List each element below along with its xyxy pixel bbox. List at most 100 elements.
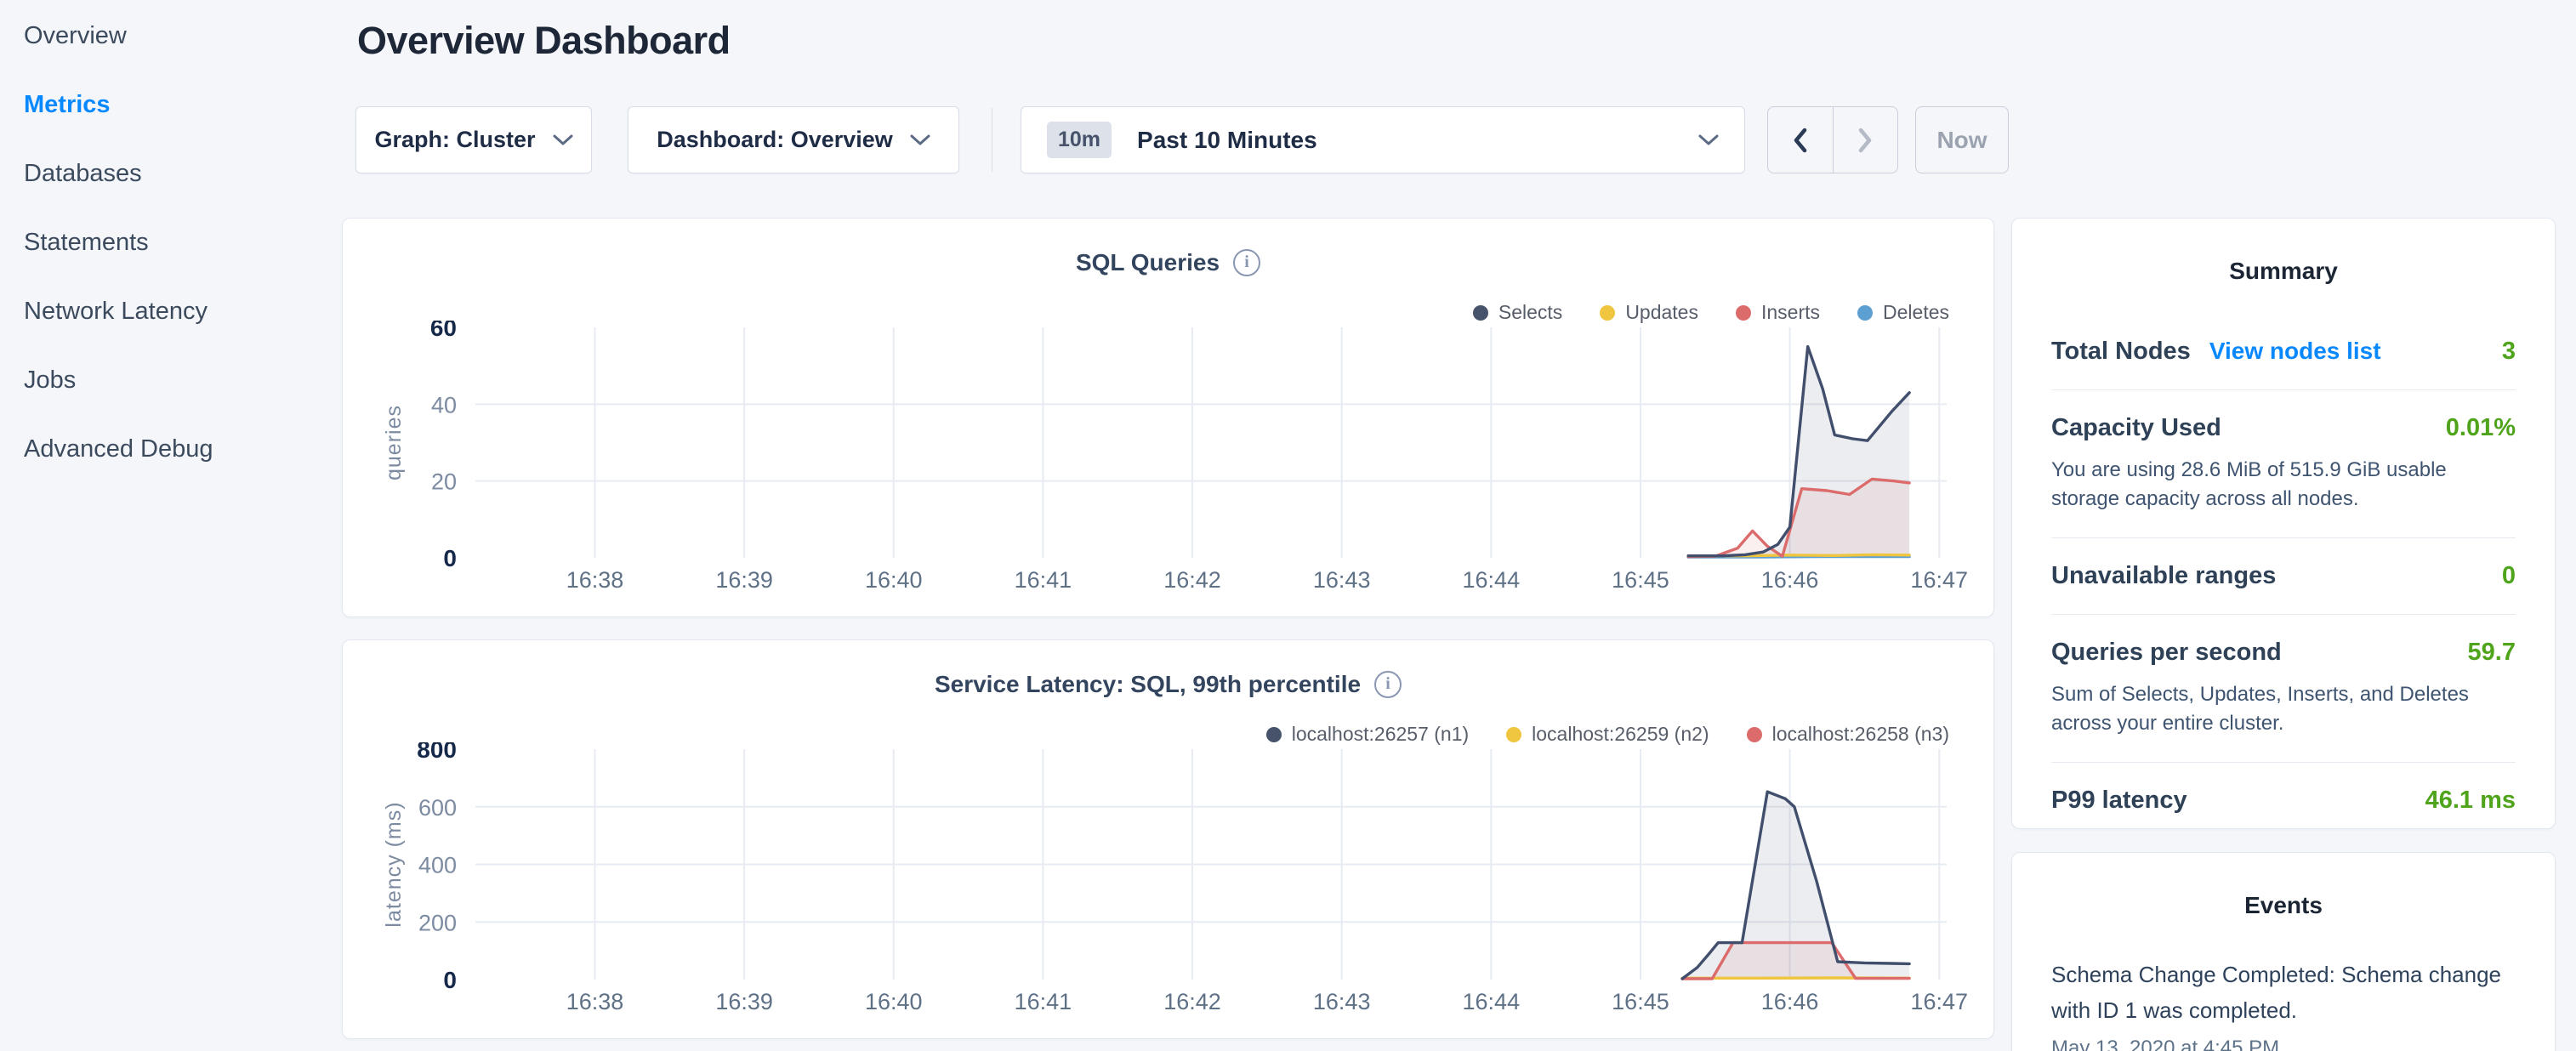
svg-text:0: 0 [443,967,457,993]
info-icon[interactable]: i [1233,249,1260,276]
total-nodes-value: 3 [2502,338,2516,366]
svg-text:16:47: 16:47 [1910,567,1968,593]
divider [2051,389,2516,390]
svg-text:800: 800 [417,742,457,763]
svg-text:16:42: 16:42 [1163,567,1221,593]
svg-text:16:46: 16:46 [1761,989,1819,1014]
service-latency-plot[interactable]: 16:38 16:39 16:40 16:41 16:42 16:43 16:44 16:45… [356,742,1981,1023]
time-stepper [1767,106,1898,173]
svg-text:16:46: 16:46 [1761,567,1819,593]
divider [2051,762,2516,763]
legend-dot-icon [1736,305,1751,321]
svg-text:16:43: 16:43 [1313,567,1371,593]
sidebar-item[interactable]: Network Latency [24,296,340,327]
event-timestamp: May 13, 2020 at 4:45 PM [2051,1037,2516,1051]
prev-time-button[interactable] [1768,107,1834,173]
total-nodes-label: Total Nodes [2051,338,2191,366]
sidebar-item[interactable]: Databases [24,158,340,189]
events-title: Events [2051,892,2516,919]
svg-text:queries: queries [382,405,406,480]
chevron-down-icon [910,134,930,146]
chart-title: Service Latency: SQL, 99th percentile [935,671,1361,698]
svg-text:200: 200 [418,910,457,935]
p99-latency-row: P99 latency 46.1 ms [2051,787,2516,815]
svg-text:0: 0 [443,545,457,571]
event-list: Schema Change Completed: Schema change w… [2051,957,2516,1051]
app-root: Overview Metrics Databases Statements Ne… [0,0,2576,1051]
chevron-down-icon [553,134,573,146]
svg-text:20: 20 [431,469,457,495]
graph-scope-dropdown-label: Graph: Cluster [374,127,535,153]
now-button[interactable]: Now [1915,106,2009,173]
capacity-description: You are using 28.6 MiB of 515.9 GiB usab… [2051,456,2516,514]
sidebar-item[interactable]: Jobs [24,365,340,395]
svg-text:16:44: 16:44 [1463,989,1521,1014]
legend-dot-icon [1473,305,1488,321]
svg-text:16:45: 16:45 [1612,567,1669,593]
events-panel: Events Schema Change Completed: Schema c… [2011,852,2556,1051]
capacity-row: Capacity Used 0.01% [2051,414,2516,442]
sidebar-item[interactable]: Advanced Debug [24,434,340,464]
event-text: Schema Change Completed: Schema change w… [2051,957,2516,1028]
chevron-left-icon [1793,128,1807,153]
p99-latency-value: 46.1 ms [2425,787,2516,815]
chevron-down-icon [1698,134,1719,146]
time-range-badge: 10m [1047,122,1112,158]
legend-dot-icon [1600,305,1615,321]
chevron-right-icon [1858,128,1873,153]
sidebar-item[interactable]: Statements [24,227,340,258]
unavailable-ranges-label: Unavailable ranges [2051,562,2276,590]
svg-text:16:45: 16:45 [1612,989,1669,1014]
svg-text:16:38: 16:38 [566,567,624,593]
svg-text:16:47: 16:47 [1910,989,1968,1014]
svg-text:16:40: 16:40 [865,989,923,1014]
sql-queries-plot[interactable]: 16:3816:3916:4016:4116:4216:4316:4416:45… [356,321,1981,601]
summary-panel: Summary Total Nodes View nodes list 3 Ca… [2011,218,2556,829]
time-range-label: Past 10 Minutes [1137,127,1317,154]
svg-text:600: 600 [418,795,457,821]
capacity-value: 0.01% [2446,414,2516,442]
dashboard-dropdown-label: Dashboard: Overview [657,127,893,153]
svg-text:60: 60 [430,321,457,341]
legend-dot-icon [1266,727,1282,742]
legend-dot-icon [1506,727,1521,742]
svg-text:16:38: 16:38 [566,989,624,1014]
summary-title: Summary [2051,258,2516,285]
sidebar-item[interactable]: Overview [24,20,340,51]
info-icon[interactable]: i [1374,671,1402,698]
svg-text:40: 40 [431,392,457,418]
svg-text:16:42: 16:42 [1163,989,1221,1014]
next-time-button[interactable] [1834,107,1898,173]
graph-scope-dropdown[interactable]: Graph: Cluster [355,106,592,173]
divider [2051,537,2516,538]
capacity-label: Capacity Used [2051,414,2221,442]
svg-text:16:41: 16:41 [1015,989,1072,1014]
sidebar: Overview Metrics Databases Statements Ne… [0,0,340,503]
legend-dot-icon [1857,305,1873,321]
svg-text:16:41: 16:41 [1015,567,1072,593]
unavailable-ranges-value: 0 [2502,562,2516,590]
view-nodes-list-link[interactable]: View nodes list [2209,338,2381,365]
svg-text:16:39: 16:39 [715,989,773,1014]
p99-latency-label: P99 latency [2051,787,2187,815]
qps-row: Queries per second 59.7 [2051,639,2516,667]
total-nodes-row: Total Nodes View nodes list 3 [2051,338,2516,366]
legend-dot-icon [1747,727,1762,742]
service-latency-chart-card: Service Latency: SQL, 99th percentile i … [342,639,1994,1039]
sql-queries-chart-card: SQL Queries i Selects Updates Inserts [342,218,1994,617]
svg-text:16:39: 16:39 [715,567,773,593]
unavailable-ranges-row: Unavailable ranges 0 [2051,562,2516,590]
sidebar-item[interactable]: Metrics [24,89,340,120]
chart-title: SQL Queries [1076,249,1220,276]
qps-value: 59.7 [2468,639,2516,667]
time-range-dropdown[interactable]: 10m Past 10 Minutes [1021,106,1745,173]
svg-text:400: 400 [418,853,457,878]
qps-label: Queries per second [2051,639,2282,667]
svg-text:16:44: 16:44 [1463,567,1521,593]
dashboard-dropdown[interactable]: Dashboard: Overview [628,106,959,173]
event-item[interactable]: Schema Change Completed: Schema change w… [2051,957,2516,1051]
divider [2051,614,2516,615]
svg-text:16:43: 16:43 [1313,989,1371,1014]
qps-description: Sum of Selects, Updates, Inserts, and De… [2051,680,2516,738]
svg-text:latency (ms): latency (ms) [382,801,406,927]
